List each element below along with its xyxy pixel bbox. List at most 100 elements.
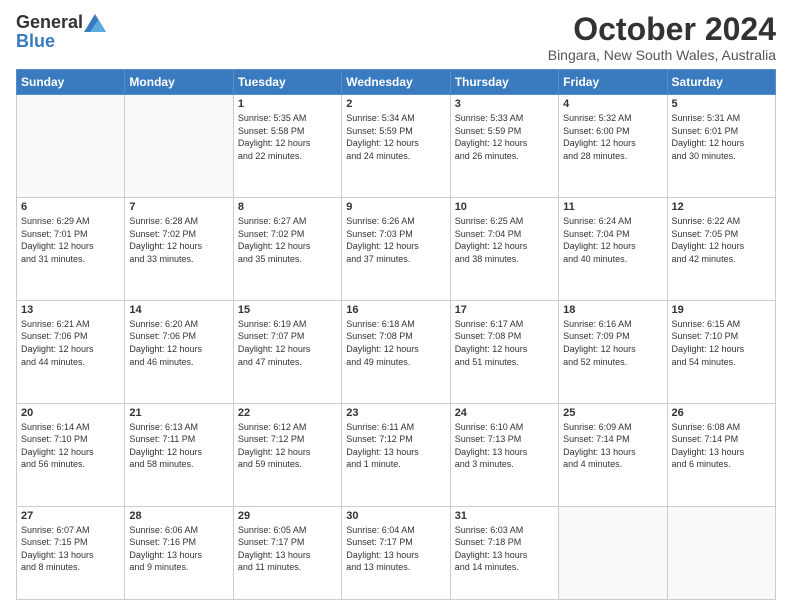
- calendar-cell: 28Sunrise: 6:06 AM Sunset: 7:16 PM Dayli…: [125, 506, 233, 600]
- calendar-cell: 13Sunrise: 6:21 AM Sunset: 7:06 PM Dayli…: [17, 300, 125, 403]
- calendar-cell: [667, 506, 775, 600]
- calendar-cell: 27 Sunrise: 6:07 AM Sunset: 7:15 PM Dayli…: [17, 506, 125, 600]
- calendar-cell: 9 Sunrise: 6:26 AM Sunset: 7:03 PM Daylig…: [342, 198, 450, 301]
- calendar-cell: 25Sunrise: 6:09 AM Sunset: 7:14 PM Dayli…: [559, 403, 667, 506]
- calendar-cell: 12 Sunrise: 6:22 AM Sunset: 7:05 PM Dayli…: [667, 198, 775, 301]
- calendar-cell: 10 Sunrise: 6:25 AM Sunset: 7:04 PM Dayli…: [450, 198, 558, 301]
- calendar-cell: [559, 506, 667, 600]
- day-number: 21: [129, 407, 228, 419]
- calendar-cell: 18 Sunrise: 6:16 AM Sunset: 7:09 PM Dayli…: [559, 300, 667, 403]
- calendar-cell: 21 Sunrise: 6:13 AM Sunset: 7:11 PM Dayli…: [125, 403, 233, 506]
- day-info: Sunrise: 6:14 AM Sunset: 7:10 PM Dayligh…: [21, 421, 120, 471]
- day-info: Sunrise: 6:13 AM Sunset: 7:11 PM Dayligh…: [129, 421, 228, 471]
- calendar-cell: 8 Sunrise: 6:27 AM Sunset: 7:02 PM Daylig…: [233, 198, 341, 301]
- day-info: Sunrise: 6:20 AM Sunset: 7:06 PM Dayligh…: [129, 318, 228, 368]
- calendar-cell: 22 Sunrise: 6:12 AM Sunset: 7:12 PM Dayli…: [233, 403, 341, 506]
- calendar-cell: 26 Sunrise: 6:08 AM Sunset: 7:14 PM Dayli…: [667, 403, 775, 506]
- day-info: Sunrise: 6:07 AM Sunset: 7:15 PM Dayligh…: [21, 524, 120, 574]
- day-info: Sunrise: 6:05 AM Sunset: 7:17 PM Dayligh…: [238, 524, 337, 574]
- calendar-cell: 5Sunrise: 5:31 AM Sunset: 6:01 PM Daylig…: [667, 95, 775, 198]
- day-info: Sunrise: 6:26 AM Sunset: 7:03 PM Dayligh…: [346, 215, 445, 265]
- col-monday: Monday: [125, 70, 233, 95]
- calendar-cell: 2 Sunrise: 5:34 AM Sunset: 5:59 PM Daylig…: [342, 95, 450, 198]
- logo-icon: [84, 14, 106, 32]
- day-number: 16: [346, 304, 445, 316]
- day-number: 9: [346, 201, 445, 213]
- day-number: 22: [238, 407, 337, 419]
- day-number: 17: [455, 304, 554, 316]
- calendar-cell: 1 Sunrise: 5:35 AM Sunset: 5:58 PM Daylig…: [233, 95, 341, 198]
- day-info: Sunrise: 6:27 AM Sunset: 7:02 PM Dayligh…: [238, 215, 337, 265]
- calendar-week-3: 20 Sunrise: 6:14 AM Sunset: 7:10 PM Dayli…: [17, 403, 776, 506]
- day-number: 4: [563, 98, 662, 110]
- month-title: October 2024: [548, 12, 776, 47]
- day-number: 7: [129, 201, 228, 213]
- logo-general-text: General: [16, 12, 83, 33]
- page: General Blue October 2024 Bingara, New S…: [0, 0, 792, 612]
- day-info: Sunrise: 6:28 AM Sunset: 7:02 PM Dayligh…: [129, 215, 228, 265]
- header: General Blue October 2024 Bingara, New S…: [16, 12, 776, 63]
- day-number: 18: [563, 304, 662, 316]
- day-info: Sunrise: 6:15 AM Sunset: 7:10 PM Dayligh…: [672, 318, 771, 368]
- day-info: Sunrise: 6:25 AM Sunset: 7:04 PM Dayligh…: [455, 215, 554, 265]
- logo: General Blue: [16, 12, 107, 52]
- day-number: 28: [129, 510, 228, 522]
- calendar-cell: 11Sunrise: 6:24 AM Sunset: 7:04 PM Dayli…: [559, 198, 667, 301]
- calendar-week-1: 6 Sunrise: 6:29 AM Sunset: 7:01 PM Daylig…: [17, 198, 776, 301]
- day-info: Sunrise: 5:34 AM Sunset: 5:59 PM Dayligh…: [346, 112, 445, 162]
- logo-blue-text: Blue: [16, 31, 107, 52]
- day-info: Sunrise: 6:19 AM Sunset: 7:07 PM Dayligh…: [238, 318, 337, 368]
- day-info: Sunrise: 5:31 AM Sunset: 6:01 PM Dayligh…: [672, 112, 771, 162]
- calendar-week-2: 13Sunrise: 6:21 AM Sunset: 7:06 PM Dayli…: [17, 300, 776, 403]
- day-number: 8: [238, 201, 337, 213]
- day-number: 26: [672, 407, 771, 419]
- col-friday: Friday: [559, 70, 667, 95]
- calendar-cell: 4 Sunrise: 5:32 AM Sunset: 6:00 PM Daylig…: [559, 95, 667, 198]
- location: Bingara, New South Wales, Australia: [548, 47, 776, 63]
- day-info: Sunrise: 6:22 AM Sunset: 7:05 PM Dayligh…: [672, 215, 771, 265]
- calendar-cell: 3 Sunrise: 5:33 AM Sunset: 5:59 PM Daylig…: [450, 95, 558, 198]
- calendar-header-row: Sunday Monday Tuesday Wednesday Thursday…: [17, 70, 776, 95]
- day-number: 31: [455, 510, 554, 522]
- calendar-week-4: 27 Sunrise: 6:07 AM Sunset: 7:15 PM Dayli…: [17, 506, 776, 600]
- day-number: 14: [129, 304, 228, 316]
- day-number: 25: [563, 407, 662, 419]
- calendar-cell: 19Sunrise: 6:15 AM Sunset: 7:10 PM Dayli…: [667, 300, 775, 403]
- calendar-cell: 16Sunrise: 6:18 AM Sunset: 7:08 PM Dayli…: [342, 300, 450, 403]
- calendar-cell: [17, 95, 125, 198]
- day-number: 1: [238, 98, 337, 110]
- calendar-cell: 24Sunrise: 6:10 AM Sunset: 7:13 PM Dayli…: [450, 403, 558, 506]
- day-info: Sunrise: 6:08 AM Sunset: 7:14 PM Dayligh…: [672, 421, 771, 471]
- col-saturday: Saturday: [667, 70, 775, 95]
- day-number: 29: [238, 510, 337, 522]
- col-sunday: Sunday: [17, 70, 125, 95]
- day-number: 2: [346, 98, 445, 110]
- day-number: 6: [21, 201, 120, 213]
- day-info: Sunrise: 6:11 AM Sunset: 7:12 PM Dayligh…: [346, 421, 445, 471]
- calendar-cell: 6 Sunrise: 6:29 AM Sunset: 7:01 PM Daylig…: [17, 198, 125, 301]
- col-wednesday: Wednesday: [342, 70, 450, 95]
- day-info: Sunrise: 6:21 AM Sunset: 7:06 PM Dayligh…: [21, 318, 120, 368]
- day-info: Sunrise: 6:10 AM Sunset: 7:13 PM Dayligh…: [455, 421, 554, 471]
- col-thursday: Thursday: [450, 70, 558, 95]
- day-number: 12: [672, 201, 771, 213]
- calendar-cell: [125, 95, 233, 198]
- day-number: 15: [238, 304, 337, 316]
- day-info: Sunrise: 5:32 AM Sunset: 6:00 PM Dayligh…: [563, 112, 662, 162]
- day-info: Sunrise: 6:03 AM Sunset: 7:18 PM Dayligh…: [455, 524, 554, 574]
- day-info: Sunrise: 6:04 AM Sunset: 7:17 PM Dayligh…: [346, 524, 445, 574]
- day-info: Sunrise: 5:35 AM Sunset: 5:58 PM Dayligh…: [238, 112, 337, 162]
- day-info: Sunrise: 5:33 AM Sunset: 5:59 PM Dayligh…: [455, 112, 554, 162]
- day-number: 30: [346, 510, 445, 522]
- day-info: Sunrise: 6:29 AM Sunset: 7:01 PM Dayligh…: [21, 215, 120, 265]
- day-number: 3: [455, 98, 554, 110]
- title-block: October 2024 Bingara, New South Wales, A…: [548, 12, 776, 63]
- calendar-table: Sunday Monday Tuesday Wednesday Thursday…: [16, 69, 776, 600]
- day-info: Sunrise: 6:12 AM Sunset: 7:12 PM Dayligh…: [238, 421, 337, 471]
- calendar-cell: 15 Sunrise: 6:19 AM Sunset: 7:07 PM Dayli…: [233, 300, 341, 403]
- day-number: 20: [21, 407, 120, 419]
- day-number: 27: [21, 510, 120, 522]
- day-info: Sunrise: 6:16 AM Sunset: 7:09 PM Dayligh…: [563, 318, 662, 368]
- calendar-cell: 20 Sunrise: 6:14 AM Sunset: 7:10 PM Dayli…: [17, 403, 125, 506]
- day-number: 10: [455, 201, 554, 213]
